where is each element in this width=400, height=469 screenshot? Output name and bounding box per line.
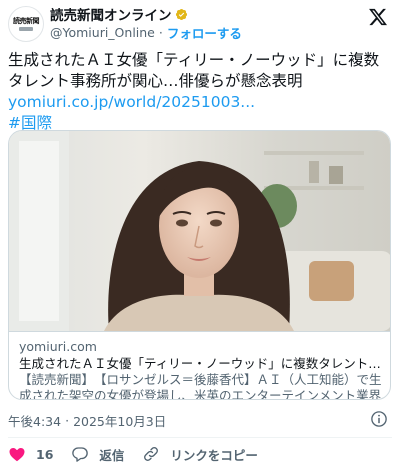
time-separator: · (65, 412, 70, 428)
link-preview-card[interactable]: yomiuri.com 生成されたＡＩ女優「ティリー・ノーウッド」に複数タレント… (8, 130, 391, 400)
link-icon (144, 447, 159, 461)
follow-button[interactable]: フォローする (167, 23, 242, 42)
author-block: 読売新聞オンライン @Yomiuri_Online · フォローする (50, 5, 242, 41)
reply-label: 返信 (99, 447, 125, 463)
tweet-text: 生成されたＡＩ女優「ティリー・ノーウッド」に複数タレント事務所が関心…俳優らが懸… (8, 50, 392, 134)
reply-button[interactable]: 返信 (71, 445, 124, 464)
tweet-embed: 読売新聞 読売新聞オンライン @Yomiuri_Online · フォローする … (0, 0, 400, 469)
info-icon[interactable] (370, 410, 388, 428)
avatar-logo-text: 読売新聞 (13, 16, 40, 25)
x-logo-icon[interactable] (368, 7, 388, 27)
reply-icon (72, 447, 89, 462)
tweet-timestamp[interactable]: 午後4:34 · 2025年10月3日 (8, 411, 166, 429)
divider (8, 437, 392, 438)
preview-caption[interactable]: yomiuri.com 生成されたＡＩ女優「ティリー・ノーウッド」に複数タレント… (9, 331, 390, 400)
author-handle[interactable]: @Yomiuri_Online (50, 25, 155, 40)
preview-domain: yomiuri.com (19, 339, 97, 354)
preview-description: 【読売新聞】 【ロサンゼルス＝後藤香代】ＡＩ（人工知能）で生成された架空の女優が… (19, 372, 382, 400)
handle-separator: · (158, 24, 163, 40)
heart-icon (9, 448, 25, 462)
action-bar: 16 返信 リンクをコピー (8, 441, 276, 467)
like-button[interactable]: 16 (8, 445, 53, 463)
avatar-logo-bar (19, 27, 33, 31)
preview-image[interactable] (9, 131, 391, 331)
copy-link-button[interactable]: リンクをコピー (142, 445, 258, 464)
tweet-date: 2025年10月3日 (73, 413, 167, 429)
tweet-body: 生成されたＡＩ女優「ティリー・ノーウッド」に複数タレント事務所が関心…俳優らが懸… (8, 51, 380, 90)
preview-title: 生成されたＡＩ女優「ティリー・ノーウッド」に複数タレント事務所... (19, 356, 382, 371)
copy-link-label: リンクをコピー (170, 447, 258, 463)
avatar[interactable]: 読売新聞 (8, 6, 44, 42)
tweet-link[interactable]: yomiuri.co.jp/world/20251003... (8, 92, 392, 113)
verified-badge-icon (175, 8, 187, 20)
author-name[interactable]: 読売新聞オンライン (50, 4, 172, 24)
like-count: 16 (36, 446, 54, 462)
tweet-time: 午後4:34 (8, 413, 62, 429)
